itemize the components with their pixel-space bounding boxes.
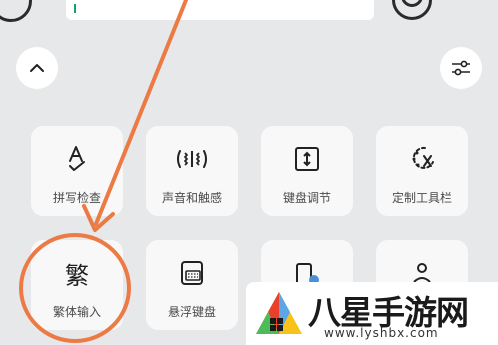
watermark-url: www.lyshbx.com [324,326,439,340]
watermark: 八星手游网 www.lyshbx.com [246,282,498,345]
site-logo-icon [256,292,302,334]
